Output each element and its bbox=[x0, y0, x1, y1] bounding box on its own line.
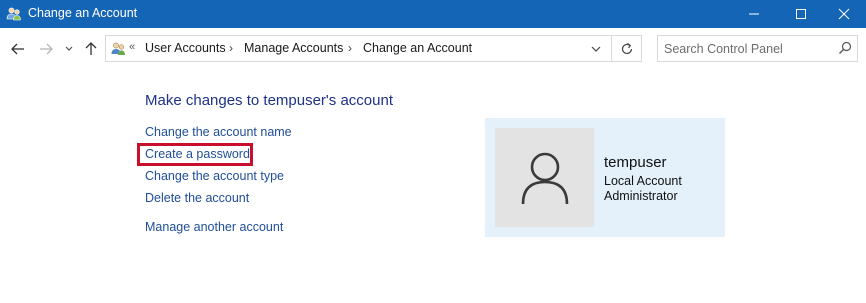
avatar bbox=[495, 128, 594, 227]
close-button[interactable] bbox=[821, 0, 866, 28]
maximize-icon bbox=[795, 9, 806, 19]
user-accounts-icon bbox=[110, 41, 127, 57]
arrow-right-icon bbox=[40, 43, 53, 55]
up-button[interactable] bbox=[82, 40, 100, 58]
back-button[interactable] bbox=[9, 40, 27, 58]
highlight-box bbox=[137, 143, 253, 166]
breadcrumb-change-an-account[interactable]: Change an Account bbox=[363, 41, 472, 55]
arrow-up-icon bbox=[85, 42, 97, 55]
chevron-down-icon bbox=[65, 46, 73, 51]
breadcrumb-user-accounts[interactable]: User Accounts bbox=[145, 41, 226, 55]
breadcrumb-manage-accounts[interactable]: Manage Accounts bbox=[244, 41, 343, 55]
change-account-type-link[interactable]: Change the account type bbox=[145, 169, 284, 183]
refresh-icon bbox=[621, 43, 633, 55]
recent-locations-button[interactable] bbox=[63, 40, 75, 58]
account-type: Local Account bbox=[604, 174, 682, 188]
breadcrumb-overflow[interactable]: « bbox=[129, 41, 135, 53]
change-account-name-link[interactable]: Change the account name bbox=[145, 125, 292, 139]
maximize-button[interactable] bbox=[778, 0, 823, 28]
minimize-icon bbox=[748, 13, 759, 15]
delete-account-link[interactable]: Delete the account bbox=[145, 191, 249, 205]
page-title: Make changes to tempuser's account bbox=[145, 92, 393, 109]
title-bar: Change an Account bbox=[0, 0, 866, 28]
search-icon[interactable] bbox=[838, 41, 852, 55]
user-accounts-icon bbox=[6, 6, 22, 22]
address-bar[interactable]: « User Accounts › Manage Accounts › Chan… bbox=[105, 35, 642, 62]
account-card: tempuser Local Account Administrator bbox=[485, 118, 725, 237]
minimize-button[interactable] bbox=[731, 0, 776, 28]
address-dropdown-button[interactable] bbox=[588, 40, 604, 58]
arrow-left-icon bbox=[11, 43, 24, 55]
account-name: tempuser bbox=[604, 154, 667, 171]
window-title: Change an Account bbox=[28, 6, 138, 20]
manage-another-account-link[interactable]: Manage another account bbox=[145, 220, 283, 234]
search-box[interactable] bbox=[657, 35, 858, 62]
breadcrumb-separator[interactable]: › bbox=[229, 41, 233, 55]
search-input[interactable] bbox=[664, 40, 828, 57]
chevron-down-icon bbox=[591, 46, 601, 52]
close-icon bbox=[838, 8, 849, 20]
navigation-bar: « User Accounts › Manage Accounts › Chan… bbox=[0, 28, 866, 72]
user-silhouette-icon bbox=[521, 152, 568, 204]
forward-button[interactable] bbox=[37, 40, 55, 58]
account-role: Administrator bbox=[604, 189, 678, 203]
breadcrumb-separator[interactable]: › bbox=[348, 41, 352, 55]
refresh-button[interactable] bbox=[618, 40, 636, 58]
address-divider bbox=[611, 36, 612, 61]
